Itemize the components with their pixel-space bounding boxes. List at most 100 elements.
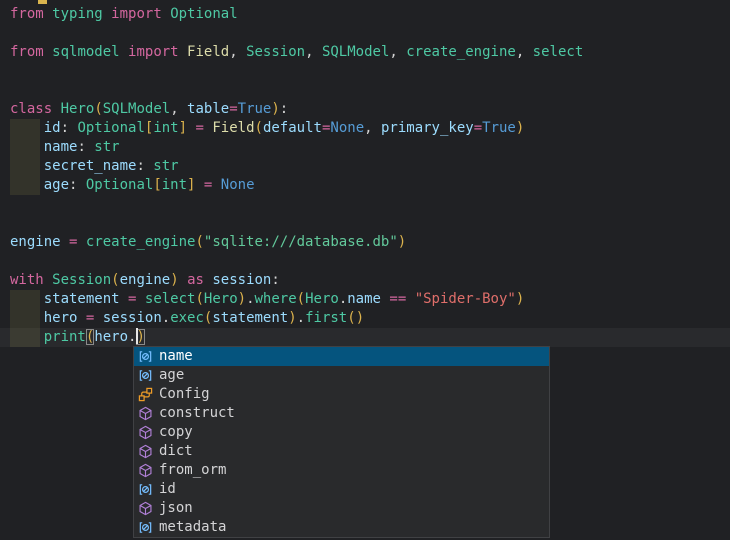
code-token: , [364,120,381,136]
code-line[interactable]: name: str [0,138,730,157]
code-token [195,177,203,193]
suggestion-item-dict[interactable]: dict [134,442,549,461]
code-token: hero [44,310,78,326]
code-token: , [389,44,406,60]
code-token [103,6,111,22]
suggestion-item-name[interactable]: name [134,347,549,366]
code-line[interactable]: from typing import Optional [0,5,730,24]
code-editor[interactable]: from typing import Optionalfrom sqlmodel… [0,0,730,540]
code-token: ) [170,272,178,288]
code-line[interactable]: secret_name: str [0,157,730,176]
code-token: ) [516,120,524,136]
code-token: select [145,291,196,307]
code-token: id [44,120,61,136]
code-token: ( [347,310,355,326]
code-token: table [187,101,229,117]
suggestion-item-copy[interactable]: copy [134,423,549,442]
code-line[interactable] [0,252,730,271]
code-token: statement [44,291,120,307]
code-token: None [221,177,255,193]
code-token: name [44,139,78,155]
text-cursor [136,328,138,344]
code-token: name [347,291,381,307]
clipped-line-fragment [38,0,47,4]
suggestion-item-Config[interactable]: Config [134,385,549,404]
code-token: = [474,120,482,136]
field-symbol-icon [137,482,153,498]
code-token [10,158,44,174]
code-token: engine [120,272,171,288]
code-token: Session [246,44,305,60]
code-token: SQLModel [322,44,389,60]
code-token [52,101,60,117]
code-token: import [128,44,179,60]
code-token: ) [516,291,524,307]
code-token: ( [195,291,203,307]
code-token: str [94,139,119,155]
suggestion-item-id[interactable]: id [134,480,549,499]
suggestion-item-from_orm[interactable]: from_orm [134,461,549,480]
code-token: str [153,158,178,174]
code-token: "sqlite:///database.db" [204,234,398,250]
code-line[interactable]: with Session(engine) as session: [0,271,730,290]
code-token: typing [52,6,103,22]
code-line[interactable]: engine = create_engine("sqlite:///databa… [0,233,730,252]
code-token: with [10,272,44,288]
code-line[interactable]: print(hero.) [0,328,730,347]
code-token: "Spider-Boy" [415,291,516,307]
code-line[interactable]: id: Optional[int] = Field(default=None, … [0,119,730,138]
code-line[interactable]: hero = session.exec(statement).first() [0,309,730,328]
code-token: session [212,272,271,288]
code-token: ( [195,234,203,250]
code-token [120,291,128,307]
code-token: default [263,120,322,136]
code-token [44,6,52,22]
code-token [10,177,44,193]
code-token: : [77,139,94,155]
code-token: Hero [204,291,238,307]
code-token [44,44,52,60]
code-token [10,310,44,326]
code-token: hero [94,329,128,345]
code-token [44,272,52,288]
code-token: create_engine [86,234,196,250]
code-token: Hero [305,291,339,307]
code-token: as [187,272,204,288]
code-token: Optional [77,120,144,136]
code-token [212,177,220,193]
code-token: ) [356,310,364,326]
code-token [94,310,102,326]
field-symbol-icon [137,520,153,536]
code-line[interactable]: class Hero(SQLModel, table=True): [0,100,730,119]
code-token: sqlmodel [52,44,119,60]
suggestion-label: dict [159,442,193,461]
autocomplete-dropdown[interactable]: nameageConfigconstructcopydictfrom_ormid… [133,346,550,538]
code-line[interactable] [0,214,730,233]
code-token: . [339,291,347,307]
suggestion-label: id [159,480,176,499]
method-symbol-icon [137,463,153,479]
suggestion-item-age[interactable]: age [134,366,549,385]
code-token: from [10,6,44,22]
code-token: Optional [170,6,237,22]
suggestion-item-construct[interactable]: construct [134,404,549,423]
code-token: ( [297,291,305,307]
code-token: ( [255,120,263,136]
code-line[interactable] [0,24,730,43]
code-line[interactable]: from sqlmodel import Field, Session, SQL… [0,43,730,62]
code-line[interactable] [0,195,730,214]
code-line[interactable]: age: Optional[int] = None [0,176,730,195]
suggestion-item-metadata[interactable]: metadata [134,518,549,537]
code-token: : [271,272,279,288]
code-token: int [153,120,178,136]
code-area[interactable]: from typing import Optionalfrom sqlmodel… [0,0,730,347]
code-token: : [280,101,288,117]
suggestion-item-json[interactable]: json [134,499,549,518]
code-token: import [111,6,162,22]
method-symbol-icon [137,501,153,517]
code-token: Field [212,120,254,136]
code-token: select [533,44,584,60]
code-line[interactable]: statement = select(Hero).where(Hero.name… [0,290,730,309]
code-line[interactable] [0,81,730,100]
code-line[interactable] [0,62,730,81]
